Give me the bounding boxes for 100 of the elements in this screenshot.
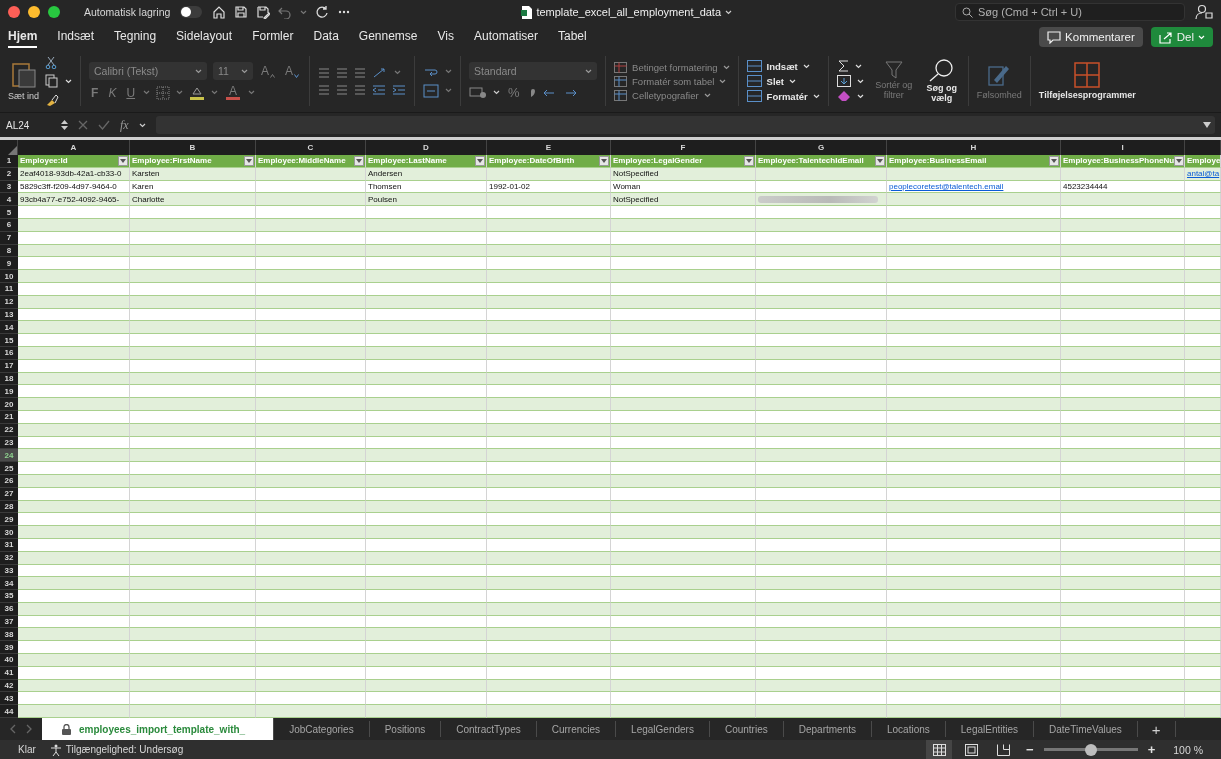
redo-icon[interactable] (315, 5, 330, 19)
font-color-button[interactable]: A (224, 85, 243, 100)
formula-input[interactable] (155, 116, 1215, 134)
zoom-in-button[interactable]: + (1143, 742, 1160, 757)
borders-icon[interactable] (156, 85, 171, 100)
column-header[interactable]: I (1061, 140, 1185, 155)
row-header[interactable]: 10 (0, 270, 18, 283)
sheet-tab[interactable]: Departments (783, 721, 872, 737)
user-settings-icon[interactable] (1195, 4, 1213, 20)
filter-button[interactable] (475, 155, 485, 166)
filter-button[interactable] (1049, 155, 1059, 166)
autosave-toggle[interactable] (180, 6, 203, 18)
ribbon-tab[interactable]: Vis (437, 26, 454, 48)
filter-button[interactable] (1174, 155, 1184, 166)
email-link[interactable]: antal@ta (1187, 169, 1220, 179)
increase-indent-icon[interactable] (392, 83, 407, 96)
sensitivity-button[interactable]: Følsomhed (976, 62, 1022, 100)
filter-button[interactable] (744, 155, 754, 166)
row-header[interactable]: 35 (0, 590, 18, 603)
close-button[interactable] (8, 6, 20, 18)
column-header[interactable]: F (611, 140, 756, 155)
insert-cells-button[interactable]: Indsæt (746, 60, 820, 72)
column-header[interactable]: A (18, 140, 130, 155)
underline-button[interactable]: U (124, 85, 138, 100)
align-bottom-icon[interactable] (354, 66, 367, 79)
fill-color-icon[interactable] (189, 85, 206, 100)
row-header[interactable]: 43 (0, 692, 18, 706)
comments-button[interactable]: Kommentarer (1039, 27, 1143, 47)
row-header[interactable]: 20 (0, 398, 18, 411)
merge-cells-icon[interactable] (423, 83, 440, 98)
align-middle-icon[interactable] (336, 66, 349, 79)
format-as-table-button[interactable]: Formatér som tabel (614, 75, 730, 87)
sort-filter-button[interactable]: Sortér og filtrer (869, 61, 918, 101)
align-left-icon[interactable] (318, 83, 331, 96)
sheet-tab[interactable]: ContractTypes (441, 721, 537, 737)
percent-style-button[interactable]: % (506, 85, 522, 100)
accessibility-status[interactable]: Tilgængelighed: Undersøg (65, 744, 184, 755)
row-header[interactable]: 29 (0, 513, 18, 527)
ribbon-tab[interactable]: Gennemse (358, 26, 418, 48)
sheet-tab[interactable]: DateTimeValues (1034, 721, 1138, 737)
column-header[interactable]: G (756, 140, 887, 155)
filter-button[interactable] (875, 155, 885, 166)
number-format-dropdown[interactable]: Standard (469, 62, 598, 80)
column-header[interactable]: E (487, 140, 611, 155)
ribbon-tab[interactable]: Automatiser (474, 26, 538, 48)
cell-styles-button[interactable]: Celletypografier (614, 89, 730, 101)
row-header[interactable]: 38 (0, 628, 18, 642)
ribbon-tab[interactable]: Data (313, 26, 339, 48)
expand-icon[interactable] (1203, 122, 1211, 128)
row-header[interactable]: 15 (0, 334, 18, 347)
filter-button[interactable] (118, 155, 128, 166)
sheet-tab[interactable]: Countries (709, 721, 784, 737)
sheet-tab[interactable]: employees_import_template_with_ (42, 718, 275, 740)
row-header[interactable]: 39 (0, 641, 18, 655)
row-header[interactable]: 25 (0, 462, 18, 475)
paste-button[interactable]: Sæt ind (8, 61, 40, 101)
sheet-tab[interactable]: Locations (871, 721, 946, 737)
row-header[interactable]: 30 (0, 526, 18, 539)
decrease-font-size-button[interactable]: A (283, 64, 302, 78)
save-as-icon[interactable] (256, 5, 271, 19)
search-field[interactable]: Søg (Cmd + Ctrl + U) (955, 3, 1185, 21)
align-right-icon[interactable] (354, 83, 367, 96)
row-header[interactable]: 44 (0, 705, 18, 718)
add-ins-button[interactable]: Tilføjelsesprogrammer (1038, 62, 1136, 100)
sheet-tab[interactable]: LegalGenders (616, 721, 710, 737)
cancel-icon[interactable] (78, 120, 88, 130)
filter-button[interactable] (599, 155, 609, 166)
enter-icon[interactable] (98, 120, 110, 130)
column-header[interactable]: B (130, 140, 256, 155)
autosum-icon[interactable] (836, 60, 849, 72)
view-button[interactable] (926, 740, 953, 759)
align-center-icon[interactable] (336, 83, 349, 96)
previous-sheet-icon[interactable] (10, 724, 16, 734)
name-box[interactable]: AL24 (6, 119, 68, 131)
increase-font-size-button[interactable]: A (259, 64, 278, 78)
select-all-button[interactable] (0, 140, 18, 155)
sheet-tab[interactable]: LegalEntities (945, 721, 1035, 737)
table-cell[interactable]: Charlotte (130, 193, 256, 207)
column-header[interactable]: D (366, 140, 487, 155)
format-painter-icon[interactable] (45, 93, 60, 106)
undo-icon[interactable] (278, 5, 293, 19)
row-header[interactable]: 9 (0, 257, 18, 271)
share-button[interactable]: Del (1150, 27, 1213, 47)
filter-button[interactable] (244, 155, 254, 166)
table-cell[interactable]: 93cb4a77-e752-4092-9465- (18, 193, 130, 207)
delete-cells-button[interactable]: Slet (746, 75, 820, 87)
sheet-tab[interactable]: JobCategories (274, 721, 370, 737)
minimize-button[interactable] (28, 6, 40, 18)
filter-button[interactable] (354, 155, 364, 166)
save-icon[interactable] (234, 5, 249, 19)
ribbon-tab[interactable]: Hjem (8, 26, 38, 48)
next-sheet-icon[interactable] (26, 724, 32, 734)
row-header[interactable]: 24 (0, 449, 18, 463)
row-header[interactable]: 14 (0, 321, 18, 335)
ribbon-tab[interactable]: Sidelayout (176, 26, 233, 48)
email-link[interactable]: peoplecoretest@talentech.email (889, 182, 1004, 191)
ribbon-tab[interactable]: Indsæt (57, 26, 95, 48)
row-header[interactable]: 4 (0, 193, 18, 207)
row-header[interactable]: 5 (0, 206, 18, 219)
italic-button[interactable]: K (106, 85, 119, 100)
